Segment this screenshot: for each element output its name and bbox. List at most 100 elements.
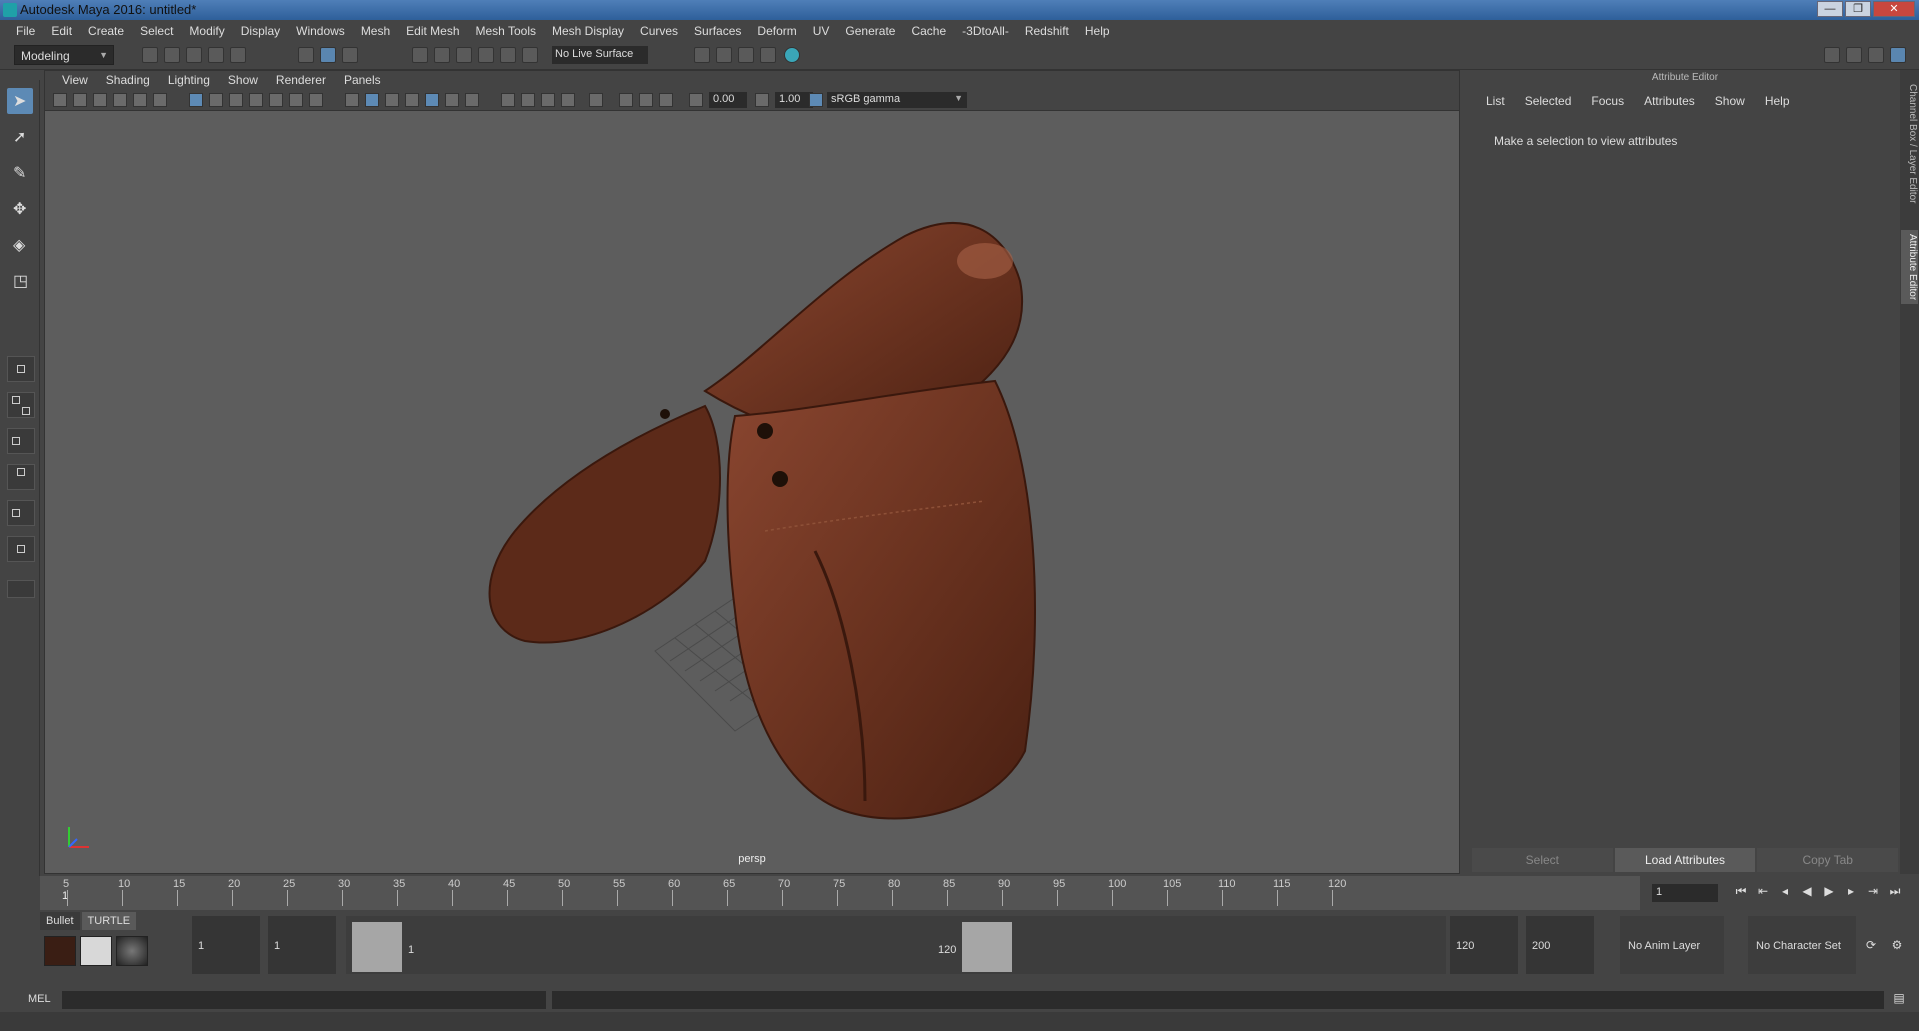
snap-curve-icon[interactable]: [434, 47, 450, 63]
step-back-key-icon[interactable]: ⇤: [1754, 884, 1772, 902]
layout-hypershade-button[interactable]: [7, 536, 35, 562]
paint-select-tool-button[interactable]: ✎: [7, 160, 33, 186]
attribute-editor-tab[interactable]: Attribute Editor: [1901, 230, 1918, 305]
camera-attributes-icon[interactable]: [73, 93, 87, 107]
smooth-shade-icon[interactable]: [365, 93, 379, 107]
field-chart-icon[interactable]: [269, 93, 283, 107]
layout-two-pane-button[interactable]: [7, 428, 35, 454]
live-surface-field[interactable]: No Live Surface: [552, 46, 648, 64]
lasso-tool-button[interactable]: ➚: [7, 124, 33, 150]
menu-uv[interactable]: UV: [805, 24, 838, 38]
ipr-render-icon[interactable]: [738, 47, 754, 63]
xray-joints-icon[interactable]: [639, 93, 653, 107]
layout-single-pane-button[interactable]: [7, 356, 35, 382]
ae-menu-selected[interactable]: Selected: [1515, 94, 1582, 108]
mel-label[interactable]: MEL: [28, 993, 51, 1005]
menu-cache[interactable]: Cache: [903, 24, 954, 38]
maximize-button[interactable]: ❐: [1845, 1, 1871, 17]
xray-icon[interactable]: [619, 93, 633, 107]
flat-shade-icon[interactable]: [385, 93, 399, 107]
menu-mesh[interactable]: Mesh: [353, 24, 398, 38]
image-plane-icon[interactable]: [113, 93, 127, 107]
ae-menu-attributes[interactable]: Attributes: [1634, 94, 1705, 108]
menu-create[interactable]: Create: [80, 24, 132, 38]
gate-mask-icon[interactable]: [249, 93, 263, 107]
view-transform-dropdown[interactable]: sRGB gamma ▼: [827, 92, 967, 108]
select-by-object-icon[interactable]: [320, 47, 336, 63]
hypershade-icon[interactable]: [784, 47, 800, 63]
layout-more-button[interactable]: [7, 580, 35, 598]
animation-prefs-icon[interactable]: ⚙: [1888, 938, 1906, 956]
close-button[interactable]: ✕: [1873, 1, 1915, 17]
channel-box-tab[interactable]: Channel Box / Layer Editor: [1901, 80, 1918, 208]
menu-deform[interactable]: Deform: [749, 24, 804, 38]
move-tool-button[interactable]: ✥: [7, 196, 33, 222]
menu-modify[interactable]: Modify: [181, 24, 232, 38]
safe-action-icon[interactable]: [289, 93, 303, 107]
snap-live-icon[interactable]: [500, 47, 516, 63]
undo-icon[interactable]: [208, 47, 224, 63]
menu-display[interactable]: Display: [233, 24, 288, 38]
2d-pan-zoom-icon[interactable]: [133, 93, 147, 107]
snap-surface-icon[interactable]: [522, 47, 538, 63]
color-management-icon[interactable]: [809, 93, 823, 107]
sphere-shelf-icon[interactable]: [116, 936, 148, 966]
textured-icon[interactable]: [425, 93, 439, 107]
load-attributes-button[interactable]: Load Attributes: [1614, 848, 1756, 872]
shelf-tab-turtle[interactable]: TURTLE: [81, 912, 137, 930]
xray-components-icon[interactable]: [659, 93, 673, 107]
vp-menu-shading[interactable]: Shading: [97, 73, 159, 87]
menu-redshift[interactable]: Redshift: [1017, 24, 1077, 38]
safe-title-icon[interactable]: [309, 93, 323, 107]
go-to-start-icon[interactable]: ⏮: [1732, 884, 1750, 902]
film-gate-icon[interactable]: [209, 93, 223, 107]
menu-windows[interactable]: Windows: [288, 24, 353, 38]
step-back-frame-icon[interactable]: ◂: [1776, 884, 1794, 902]
redo-icon[interactable]: [230, 47, 246, 63]
ae-menu-list[interactable]: List: [1476, 94, 1515, 108]
layout-four-pane-button[interactable]: [7, 392, 35, 418]
outliner-icon[interactable]: [1846, 47, 1862, 63]
new-scene-icon[interactable]: [142, 47, 158, 63]
grease-pencil-icon[interactable]: [153, 93, 167, 107]
current-frame-field[interactable]: 1: [1652, 884, 1718, 902]
snap-view-plane-icon[interactable]: [478, 47, 494, 63]
bookmark-icon[interactable]: [93, 93, 107, 107]
script-editor-icon[interactable]: ▤: [1890, 991, 1908, 1009]
auto-key-icon[interactable]: ⟳: [1862, 938, 1880, 956]
scale-tool-button[interactable]: ◳: [7, 268, 33, 294]
playback-start-field[interactable]: 1: [268, 916, 336, 974]
save-scene-icon[interactable]: [186, 47, 202, 63]
exposure-field[interactable]: 0.00: [709, 92, 747, 108]
anim-layer-dropdown[interactable]: No Anim Layer: [1620, 916, 1724, 974]
layout-persp-graph-button[interactable]: [7, 464, 35, 490]
play-backward-icon[interactable]: ◀: [1798, 884, 1816, 902]
menu-3dtoall[interactable]: -3DtoAll-: [954, 24, 1017, 38]
select-by-component-icon[interactable]: [342, 47, 358, 63]
menu-mesh-tools[interactable]: Mesh Tools: [468, 24, 544, 38]
ae-menu-help[interactable]: Help: [1755, 94, 1800, 108]
exposure-icon[interactable]: [689, 93, 703, 107]
animation-start-field[interactable]: 1: [192, 916, 260, 974]
isolate-select-icon[interactable]: [589, 93, 603, 107]
gamma-field[interactable]: 1.00: [775, 92, 813, 108]
ae-select-button[interactable]: Select: [1472, 848, 1613, 872]
step-forward-frame-icon[interactable]: ▸: [1842, 884, 1860, 902]
playback-end-field[interactable]: 120: [1450, 916, 1518, 974]
snap-point-icon[interactable]: [456, 47, 472, 63]
menu-set-dropdown[interactable]: Modeling ▼: [14, 45, 114, 65]
flame-icon[interactable]: [44, 936, 76, 966]
shelf-tab-bullet[interactable]: Bullet: [40, 912, 80, 930]
snap-grid-icon[interactable]: [412, 47, 428, 63]
menu-file[interactable]: File: [8, 24, 43, 38]
character-set-dropdown[interactable]: No Character Set: [1748, 916, 1856, 974]
anti-aliasing-icon[interactable]: [541, 93, 555, 107]
animation-end-field[interactable]: 200: [1526, 916, 1594, 974]
range-start-handle[interactable]: [352, 922, 402, 972]
motion-blur-icon[interactable]: [521, 93, 535, 107]
modeling-toolkit-icon[interactable]: [1824, 47, 1840, 63]
render-settings-icon[interactable]: [760, 47, 776, 63]
channel-box-toggle-icon[interactable]: [1890, 47, 1906, 63]
menu-curves[interactable]: Curves: [632, 24, 686, 38]
play-forward-icon[interactable]: ▶: [1820, 884, 1838, 902]
